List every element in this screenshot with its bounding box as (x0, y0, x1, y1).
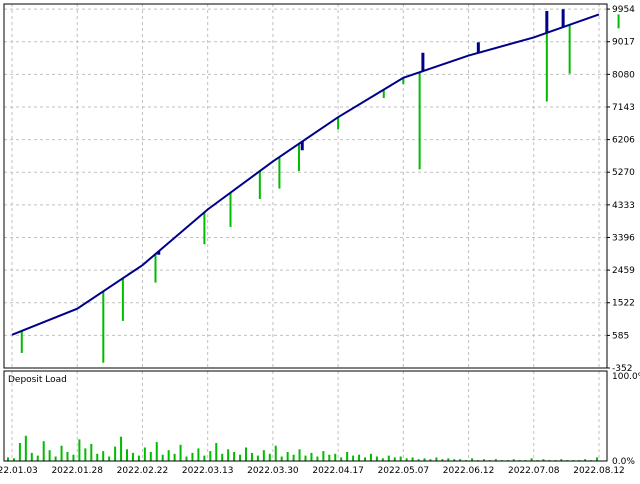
y-tick-label: 5270 (612, 168, 635, 178)
x-tick-label: 2022.03.13 (182, 466, 234, 476)
y-tick-label: 3396 (612, 233, 635, 243)
y-tick-label: 6206 (612, 136, 635, 146)
x-tick-label: 2022.05.07 (378, 466, 430, 476)
y-tick-label: 9017 (612, 38, 635, 48)
y-tick-label: 7143 (612, 103, 635, 113)
y-tick-label: 585 (612, 331, 629, 341)
y-tick-label: 9954 (612, 5, 635, 15)
deposit-load-title: Deposit Load (8, 375, 67, 385)
x-tick-label: 2022.07.08 (508, 466, 560, 476)
x-tick-label: 2022.01.03 (0, 466, 38, 476)
x-tick-label: 2022.02.22 (117, 466, 169, 476)
x-tick-label: 2022.04.17 (312, 466, 364, 476)
y-tick-label: 8080 (612, 70, 635, 80)
x-tick-label: 2022.06.12 (443, 466, 495, 476)
y-tick-label: 100.0% (612, 372, 640, 382)
y-tick-label: 1522 (612, 299, 635, 309)
x-tick-label: 2022.08.12 (573, 466, 625, 476)
x-tick-label: 2022.01.28 (51, 466, 103, 476)
y-tick-label: 2459 (612, 266, 635, 276)
trading-report-chart: 9954 9017 8080 7143 6206 5270 4333 3396 2459 1522… (0, 0, 640, 480)
chart-canvas: 9954 9017 8080 7143 6206 5270 4333 3396 2459 1522… (0, 0, 640, 480)
date-x-axis: 2022.01.03 2022.01.28 2022.02.22 2022.03.13… (0, 466, 625, 476)
y-tick-label: 4333 (612, 201, 635, 211)
x-tick-label: 2022.03.30 (247, 466, 299, 476)
